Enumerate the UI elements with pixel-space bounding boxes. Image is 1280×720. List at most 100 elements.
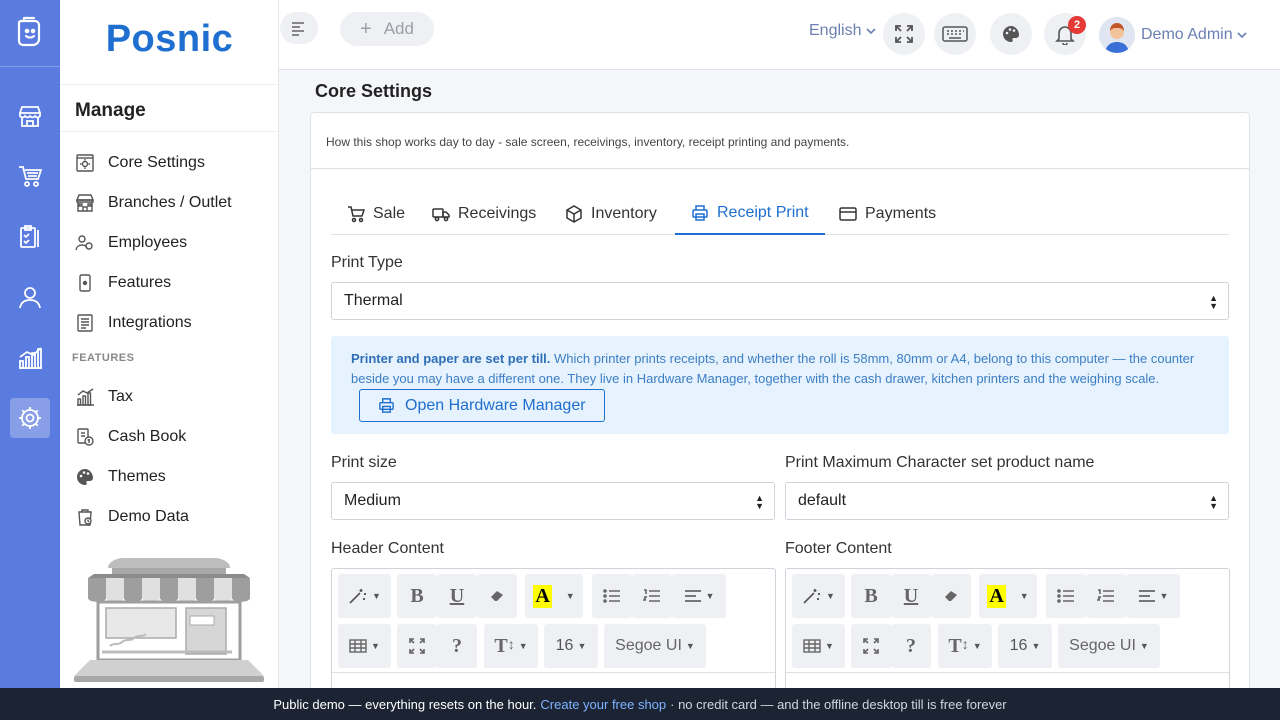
magic-wand-button[interactable]: ▼: [792, 574, 845, 618]
fullscreen-button[interactable]: [883, 13, 925, 55]
tab-payments[interactable]: Payments: [823, 193, 952, 235]
font-size-dropdown[interactable]: 16 ▼: [544, 624, 598, 668]
store-icon: [75, 193, 95, 213]
tab-label: Payments: [865, 205, 937, 222]
help-button[interactable]: ?: [437, 624, 477, 668]
shop-illustration: [74, 556, 264, 689]
employees-icon: [75, 233, 95, 253]
sidebar-item-employees[interactable]: Employees: [75, 228, 275, 258]
sidebar-item-branches[interactable]: Branches / Outlet: [75, 188, 275, 218]
highlight-color-button[interactable]: A ▼: [979, 574, 1037, 618]
tab-receivings[interactable]: Receivings: [416, 193, 552, 235]
header-content-editor: ▼ B U A ▼ ▼ ▼ ? T ↕ ▼ 16 ▼ Segoe UI ▼: [331, 568, 776, 698]
underline-button[interactable]: U: [891, 574, 931, 618]
bullet-list-icon: [603, 589, 620, 603]
chevron-down-icon: [866, 28, 876, 35]
align-button[interactable]: ▼: [1126, 574, 1180, 618]
palette-icon: [75, 467, 95, 487]
tab-receipt-print[interactable]: Receipt Print: [675, 193, 825, 235]
theme-button[interactable]: [990, 13, 1032, 55]
magic-wand-button[interactable]: ▼: [338, 574, 391, 618]
sidebar-item-themes[interactable]: Themes: [75, 462, 275, 492]
clear-format-button[interactable]: [477, 574, 517, 618]
tab-inventory[interactable]: Inventory: [549, 193, 673, 235]
sidebar-item-label: Core Settings: [108, 154, 205, 171]
tab-label: Receivings: [458, 205, 537, 222]
settings-tabs: Sale Receivings Inventory Receipt Print …: [331, 193, 1229, 235]
footer-content-label: Footer Content: [785, 540, 892, 557]
menu-toggle-button[interactable]: [280, 12, 318, 44]
rail-user-icon[interactable]: [10, 277, 50, 317]
align-icon: [1138, 590, 1155, 602]
clear-format-button[interactable]: [931, 574, 971, 618]
fullscreen-editor-button[interactable]: [851, 624, 891, 668]
font-size-dropdown[interactable]: 16 ▼: [998, 624, 1052, 668]
open-hardware-manager-button[interactable]: Open Hardware Manager: [359, 389, 605, 422]
bullet-list-button[interactable]: [592, 574, 632, 618]
help-button[interactable]: ?: [891, 624, 931, 668]
tab-sale[interactable]: Sale: [331, 193, 421, 235]
sidebar-item-label: Integrations: [108, 314, 192, 331]
sidebar-item-label: Employees: [108, 234, 188, 251]
tab-label: Sale: [373, 205, 406, 222]
fullscreen-editor-button[interactable]: [397, 624, 437, 668]
app-logo-icon[interactable]: [10, 12, 50, 52]
bold-button[interactable]: B: [851, 574, 891, 618]
brand-logo[interactable]: Posnic: [60, 18, 279, 61]
icon-rail: [0, 0, 60, 720]
avatar: [1099, 17, 1135, 53]
bold-button[interactable]: B: [397, 574, 437, 618]
sidebar-item-core-settings[interactable]: Core Settings: [75, 148, 275, 178]
rail-clipboard-icon[interactable]: [10, 217, 50, 257]
keyboard-button[interactable]: [934, 13, 976, 55]
font-name-dropdown[interactable]: Segoe UI ▼: [604, 624, 706, 668]
tab-label: Inventory: [591, 205, 657, 222]
print-type-select[interactable]: Thermal ▲ ▼: [331, 282, 1229, 320]
numbered-list-button[interactable]: [632, 574, 672, 618]
print-size-select[interactable]: Medium ▲ ▼: [331, 482, 775, 520]
underline-button[interactable]: U: [437, 574, 477, 618]
numbered-list-button[interactable]: [1086, 574, 1126, 618]
align-button[interactable]: ▼: [672, 574, 726, 618]
sidebar-item-integrations[interactable]: Integrations: [75, 308, 275, 338]
rail-cart-icon[interactable]: [10, 156, 50, 196]
palette-icon: [1003, 26, 1019, 42]
select-caret-icon: ▲ ▼: [755, 493, 764, 511]
table-button[interactable]: ▼: [792, 624, 845, 668]
sidebar-item-tax[interactable]: Tax: [75, 382, 275, 412]
highlight-color-button[interactable]: A ▼: [525, 574, 583, 618]
highlight-a-icon: A: [533, 584, 552, 608]
notification-badge: 2: [1068, 16, 1086, 34]
user-menu[interactable]: Demo Admin: [1099, 16, 1247, 54]
button-label: Open Hardware Manager: [405, 396, 586, 414]
text-height-button[interactable]: T ↕ ▼: [484, 624, 538, 668]
sidebar-title-divider: [60, 131, 279, 132]
table-button[interactable]: ▼: [338, 624, 391, 668]
table-icon: [803, 639, 821, 653]
create-shop-link[interactable]: Create your free shop: [540, 697, 666, 712]
sidebar-item-demo-data[interactable]: Demo Data: [75, 502, 275, 532]
sidebar-item-label: Features: [108, 274, 172, 291]
sidebar-item-label: Demo Data: [108, 508, 189, 525]
add-button[interactable]: + Add: [340, 12, 434, 46]
text-height-button[interactable]: T ↕ ▼: [938, 624, 992, 668]
demo-data-icon: [75, 507, 95, 527]
header-content-label: Header Content: [331, 540, 444, 557]
max-charset-select[interactable]: default ▲ ▼: [785, 482, 1229, 520]
language-dropdown[interactable]: English: [809, 22, 876, 40]
sidebar-item-label: Cash Book: [108, 428, 187, 445]
cash-book-icon: [75, 427, 95, 447]
bullet-list-button[interactable]: [1046, 574, 1086, 618]
editor-toolbar: ▼ B U A ▼ ▼ ▼ ? T ↕ ▼ 16 ▼ Segoe UI ▼: [786, 569, 1229, 673]
sidebar-item-cash-book[interactable]: Cash Book: [75, 422, 275, 452]
rail-store-icon[interactable]: [10, 96, 50, 136]
settings-card: How this shop works day to day - sale sc…: [310, 112, 1250, 712]
sidebar-item-features[interactable]: Features: [75, 268, 275, 298]
rail-settings-icon[interactable]: [10, 398, 50, 438]
font-name-dropdown[interactable]: Segoe UI ▼: [1058, 624, 1160, 668]
info-bold-text: Printer and paper are set per till.: [351, 351, 551, 366]
topbar: + Add English 2 Demo Admin: [279, 0, 1280, 70]
print-size-label: Print size: [331, 454, 397, 471]
settings-icon: [75, 153, 95, 173]
rail-chart-icon[interactable]: [10, 338, 50, 378]
